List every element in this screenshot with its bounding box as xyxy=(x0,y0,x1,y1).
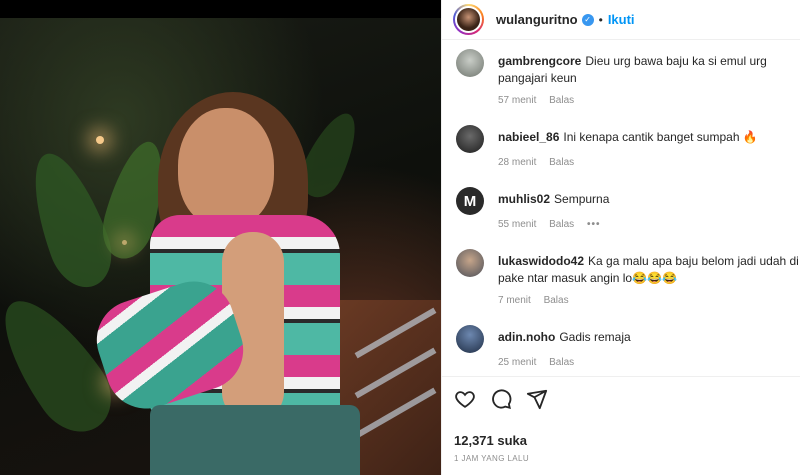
comment-username[interactable]: adin.noho xyxy=(498,330,555,344)
commenter-avatar[interactable]: M xyxy=(456,187,484,215)
reply-button[interactable]: Balas xyxy=(549,95,574,106)
comment-item: adin.noho Gadis remaja 25 menit Balas xyxy=(456,325,800,375)
comment-username[interactable]: nabieel_86 xyxy=(498,130,559,144)
comment-text: Gadis remaja xyxy=(559,330,631,344)
comment-item: lukaswidodo42 Ka ga malu apa baju belom j… xyxy=(456,249,800,319)
post-header: wulanguritno ✓ • Ikuti xyxy=(442,0,800,40)
comment-text: Ini kenapa cantik banget sumpah 🔥 xyxy=(563,130,758,144)
post-timestamp: 1 JAM YANG LALU xyxy=(454,454,530,463)
comment-text: Sempurna xyxy=(554,192,610,206)
post-photo[interactable] xyxy=(0,0,441,475)
avatar-letter: M xyxy=(463,192,477,210)
comment-item: gambrengcore Dieu urg bawa baju ka si emu… xyxy=(456,49,800,117)
like-count[interactable]: 12,371 suka xyxy=(454,433,789,448)
header-separator: • xyxy=(598,12,603,27)
comment-content: muhlis02 Sempurna xyxy=(498,191,800,208)
post-sidebar: wulanguritno ✓ • Ikuti gambrengcore Dieu … xyxy=(441,0,800,475)
commenter-avatar[interactable] xyxy=(456,325,484,353)
reply-button[interactable]: Balas xyxy=(549,157,574,168)
comment-time: 55 menit xyxy=(498,219,537,230)
post-actions: 12,371 suka 1 JAM YANG LALU xyxy=(442,376,800,475)
heart-icon[interactable] xyxy=(454,388,476,410)
comment-time: 57 menit xyxy=(498,95,537,106)
reply-button[interactable]: Balas xyxy=(549,357,574,368)
photo-top-bar xyxy=(0,0,441,18)
lamp-light xyxy=(122,240,127,245)
person-skirt xyxy=(150,405,360,475)
author-username[interactable]: wulanguritno xyxy=(496,12,578,27)
comment-item: M muhlis02 Sempurna 55 menit Balas ••• xyxy=(456,187,800,237)
comment-icon[interactable] xyxy=(490,388,512,410)
verified-icon: ✓ xyxy=(581,13,594,26)
author-avatar-image xyxy=(455,6,482,33)
comment-list[interactable]: gambrengcore Dieu urg bawa baju ka si emu… xyxy=(442,41,800,376)
comment-content: nabieel_86 Ini kenapa cantik banget sumpa… xyxy=(498,129,800,146)
comment-username[interactable]: muhlis02 xyxy=(498,192,550,206)
share-icon[interactable] xyxy=(526,388,548,410)
comment-meta: 57 menit Balas xyxy=(498,95,584,106)
commenter-avatar[interactable] xyxy=(456,125,484,153)
reply-button[interactable]: Balas xyxy=(544,295,569,306)
person-head xyxy=(178,108,274,228)
comment-content: adin.noho Gadis remaja xyxy=(498,329,800,346)
comment-username[interactable]: lukaswidodo42 xyxy=(498,254,584,268)
action-icons xyxy=(454,387,789,411)
follow-button[interactable]: Ikuti xyxy=(608,12,635,27)
comment-time: 7 menit xyxy=(498,295,531,306)
comment-meta: 55 menit Balas ••• xyxy=(498,219,610,230)
comment-meta: 7 menit Balas xyxy=(498,295,579,306)
comment-username[interactable]: gambrengcore xyxy=(498,54,581,68)
commenter-avatar[interactable] xyxy=(456,249,484,277)
comment-content: gambrengcore Dieu urg bawa baju ka si emu… xyxy=(498,53,800,87)
comment-item: nabieel_86 Ini kenapa cantik banget sumpa… xyxy=(456,125,800,175)
comment-time: 25 menit xyxy=(498,357,537,368)
comment-content: lukaswidodo42 Ka ga malu apa baju belom j… xyxy=(498,253,800,287)
reply-button[interactable]: Balas xyxy=(549,219,574,230)
comment-meta: 28 menit Balas xyxy=(498,157,584,168)
comment-meta: 25 menit Balas xyxy=(498,357,584,368)
lamp-light xyxy=(96,136,104,144)
more-options-icon[interactable]: ••• xyxy=(587,219,601,230)
commenter-avatar[interactable] xyxy=(456,49,484,77)
comment-time: 28 menit xyxy=(498,157,537,168)
author-avatar[interactable] xyxy=(453,4,484,35)
